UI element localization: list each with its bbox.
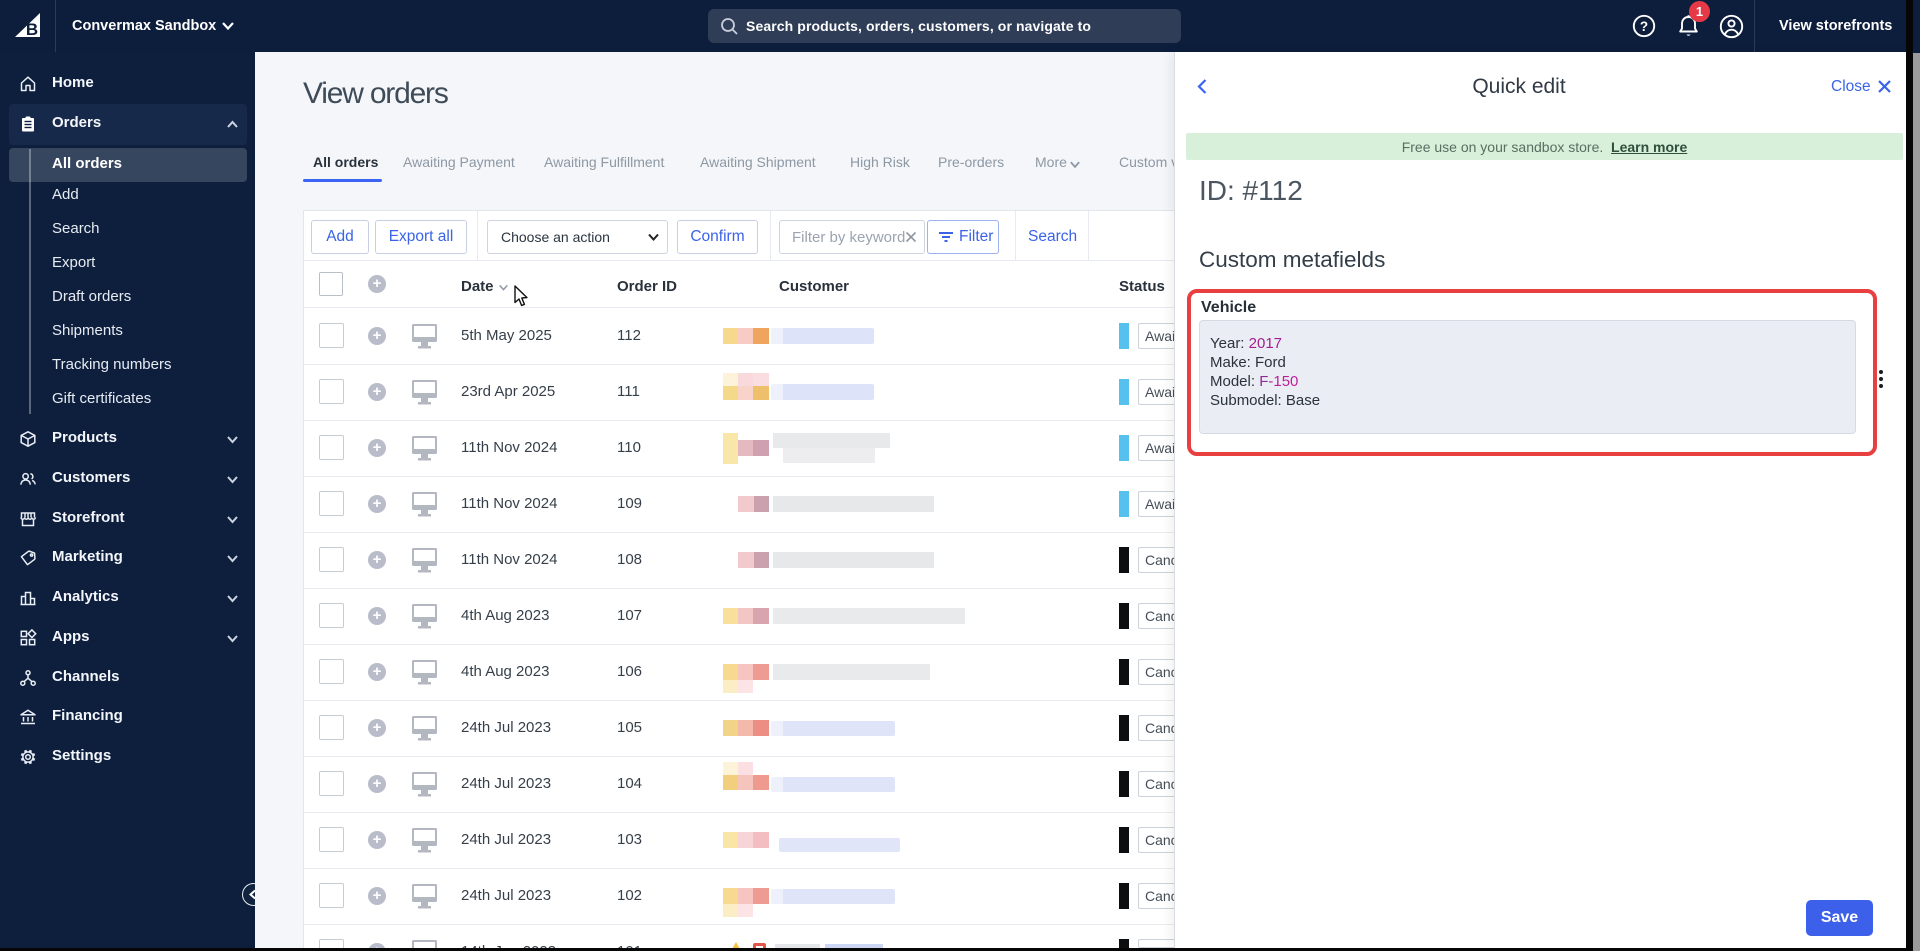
svg-text:?: ? xyxy=(1640,19,1648,34)
svg-text:B: B xyxy=(26,20,38,37)
